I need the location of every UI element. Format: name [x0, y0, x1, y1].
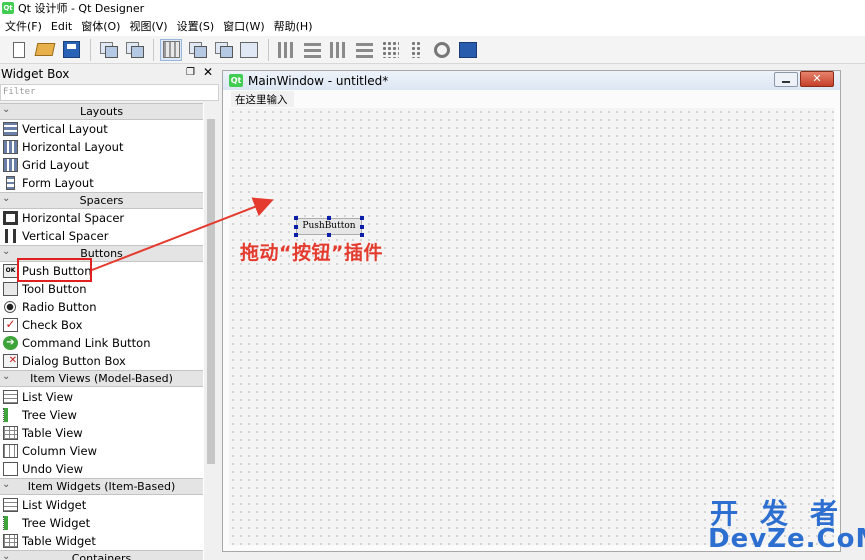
- annotation-text: 拖动“按钮”插件: [240, 242, 383, 264]
- watermark: 开发者 DevZe.CoM: [706, 492, 865, 560]
- drag-arrow: [91, 197, 274, 271]
- watermark-line2: DevZe.CoM: [708, 524, 865, 554]
